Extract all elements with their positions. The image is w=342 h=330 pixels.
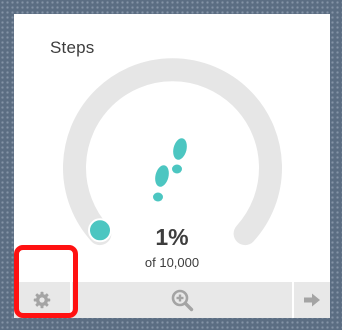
settings-button[interactable] (14, 282, 72, 318)
arrow-right-icon (304, 293, 320, 307)
footprints-icon (153, 138, 187, 202)
zoom-in-icon (171, 289, 194, 312)
card-footer (14, 282, 330, 318)
steps-card: Steps 1% of 10,000 (14, 14, 330, 318)
goal-text: of 10,000 (144, 255, 200, 270)
progress-percent: 1% (155, 224, 189, 250)
next-button[interactable] (292, 282, 330, 318)
zoom-button[interactable] (72, 282, 292, 318)
gear-icon (33, 291, 51, 309)
